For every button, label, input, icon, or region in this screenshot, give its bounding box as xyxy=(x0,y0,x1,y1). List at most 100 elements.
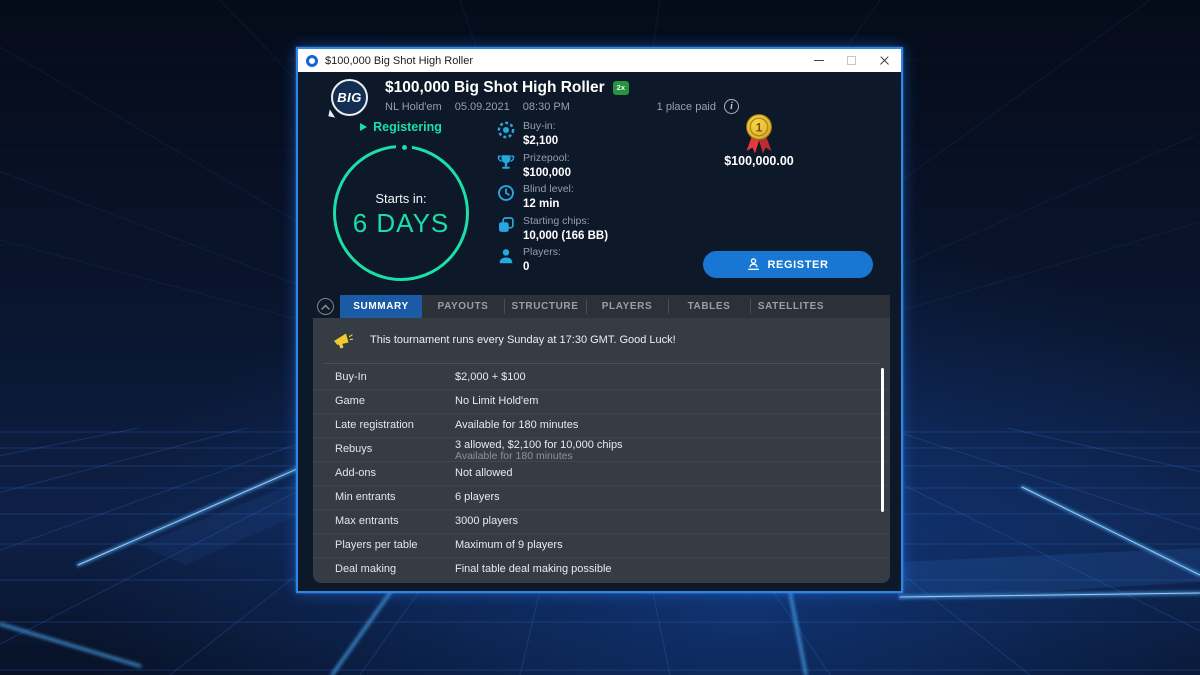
registering-status: Registering xyxy=(333,120,469,134)
stat-buyin: Buy-in: $2,100 xyxy=(497,120,717,148)
stat-players: Players: 0 xyxy=(497,246,717,274)
places-paid-text: 1 place paid xyxy=(657,101,716,113)
logo-text: BIG xyxy=(337,90,362,105)
row-label: Players per table xyxy=(335,534,418,557)
stat-value: 10,000 (166 BB) xyxy=(523,229,608,243)
stat-value: 12 min xyxy=(523,197,574,211)
maximize-button[interactable] xyxy=(835,49,868,72)
summary-row: Max entrants 3000 players xyxy=(313,510,890,534)
stat-label: Players: xyxy=(523,246,561,259)
row-label: Deal making xyxy=(335,558,396,581)
svg-text:1: 1 xyxy=(756,121,763,135)
lobby-tabs: SUMMARY PAYOUTS STRUCTURE PLAYERS TABLES… xyxy=(340,295,890,318)
tournament-time: 08:30 PM xyxy=(523,101,570,113)
chevron-up-icon xyxy=(321,304,330,310)
scrollbar-thumb[interactable] xyxy=(881,368,884,512)
register-button-label: REGISTER xyxy=(767,259,828,271)
places-paid: 1 place paid i xyxy=(657,99,739,114)
summary-row: Late registration Available for 180 minu… xyxy=(313,414,890,438)
summary-table: Buy-In $2,000 + $100 Game No Limit Hold'… xyxy=(313,366,890,582)
window-title: $100,000 Big Shot High Roller xyxy=(325,55,802,67)
play-icon xyxy=(360,123,367,131)
stat-value: $2,100 xyxy=(523,134,558,148)
row-label: Rebuys xyxy=(335,438,372,461)
trophy-icon xyxy=(497,153,515,171)
minimize-icon xyxy=(814,60,824,62)
app-icon xyxy=(306,55,318,67)
maximize-icon xyxy=(847,56,856,65)
registering-label: Registering xyxy=(373,120,442,134)
register-seat-icon xyxy=(747,258,760,271)
stat-value: $100,000 xyxy=(523,166,571,180)
register-button[interactable]: REGISTER xyxy=(703,251,873,278)
tournament-lobby-window: $100,000 Big Shot High Roller BIG $100,0… xyxy=(296,47,903,593)
starts-in-label: Starts in: xyxy=(336,191,466,206)
reentry-badge: 2x xyxy=(613,81,629,95)
announcement: This tournament runs every Sunday at 17:… xyxy=(313,318,890,363)
summary-row: Deal making Final table deal making poss… xyxy=(313,558,890,582)
summary-row: Game No Limit Hold'em xyxy=(313,390,890,414)
tab-players[interactable]: PLAYERS xyxy=(586,295,668,318)
row-value: Maximum of 9 players xyxy=(455,534,563,557)
divider xyxy=(323,363,880,364)
row-value: No Limit Hold'em xyxy=(455,390,538,413)
row-label: Game xyxy=(335,390,365,413)
first-place-medal-icon: 1 xyxy=(741,111,777,157)
row-label: Add-ons xyxy=(335,462,376,485)
row-value: Not allowed xyxy=(455,462,512,485)
stat-starting-chips: Starting chips: 10,000 (166 BB) xyxy=(497,215,717,243)
row-value: 6 players xyxy=(455,486,500,509)
stat-label: Blind level: xyxy=(523,183,574,196)
circle-progress-dot xyxy=(402,145,407,150)
desktop-background: $100,000 Big Shot High Roller BIG $100,0… xyxy=(0,0,1200,675)
minimize-button[interactable] xyxy=(802,49,835,72)
starts-in-value: 6 DAYS xyxy=(336,208,466,239)
tournament-title: $100,000 Big Shot High Roller 2x xyxy=(385,79,629,97)
tab-payouts[interactable]: PAYOUTS xyxy=(422,295,504,318)
tab-summary[interactable]: SUMMARY xyxy=(340,295,422,318)
summary-row: Add-ons Not allowed xyxy=(313,462,890,486)
tournament-date: 05.09.2021 xyxy=(455,101,510,113)
summary-row: Buy-In $2,000 + $100 xyxy=(313,366,890,390)
row-value: Final table deal making possible xyxy=(455,558,612,581)
big-shot-logo: BIG xyxy=(331,79,368,116)
row-value: Available for 180 minutes xyxy=(455,414,578,437)
player-icon xyxy=(497,247,515,265)
window-controls xyxy=(802,49,901,72)
tab-structure[interactable]: STRUCTURE xyxy=(504,295,586,318)
collapse-panel-button[interactable] xyxy=(317,298,334,315)
clock-icon xyxy=(497,184,515,202)
tournament-title-text: $100,000 Big Shot High Roller xyxy=(385,79,605,97)
stat-blind-level: Blind level: 12 min xyxy=(497,183,717,211)
stat-value: 0 xyxy=(523,260,561,274)
announcement-text: This tournament runs every Sunday at 17:… xyxy=(370,334,676,346)
row-value: 3000 players xyxy=(455,510,518,533)
close-button[interactable] xyxy=(868,49,901,72)
stat-label: Starting chips: xyxy=(523,215,608,228)
row-label: Buy-In xyxy=(335,366,367,389)
chip-stack-icon xyxy=(497,216,515,234)
poker-chip-icon xyxy=(497,121,515,139)
summary-row: Rebuys 3 allowed, $2,100 for 10,000 chip… xyxy=(313,438,890,462)
row-label: Min entrants xyxy=(335,486,396,509)
row-label: Max entrants xyxy=(335,510,399,533)
summary-row: Players per table Maximum of 9 players xyxy=(313,534,890,558)
tournament-subtitle: NL Hold'em 05.09.2021 08:30 PM xyxy=(385,101,570,113)
stat-prizepool: Prizepool: $100,000 xyxy=(497,152,717,180)
megaphone-icon xyxy=(332,330,353,350)
stat-label: Buy-in: xyxy=(523,120,558,133)
info-icon[interactable]: i xyxy=(724,99,739,114)
row-label: Late registration xyxy=(335,414,414,437)
stat-label: Prizepool: xyxy=(523,152,571,165)
close-icon xyxy=(879,55,890,66)
tab-tables[interactable]: TABLES xyxy=(668,295,750,318)
window-titlebar[interactable]: $100,000 Big Shot High Roller xyxy=(298,49,901,72)
row-value: $2,000 + $100 xyxy=(455,366,526,389)
tab-satellites[interactable]: SATELLITES xyxy=(750,295,832,318)
summary-row: Min entrants 6 players xyxy=(313,486,890,510)
prize-amount: $100,000.00 xyxy=(689,154,829,168)
game-type: NL Hold'em xyxy=(385,101,442,113)
row-subvalue: Available for 180 minutes xyxy=(455,451,573,462)
summary-panel: This tournament runs every Sunday at 17:… xyxy=(313,318,890,583)
lobby-content: BIG $100,000 Big Shot High Roller 2x NL … xyxy=(298,72,901,591)
